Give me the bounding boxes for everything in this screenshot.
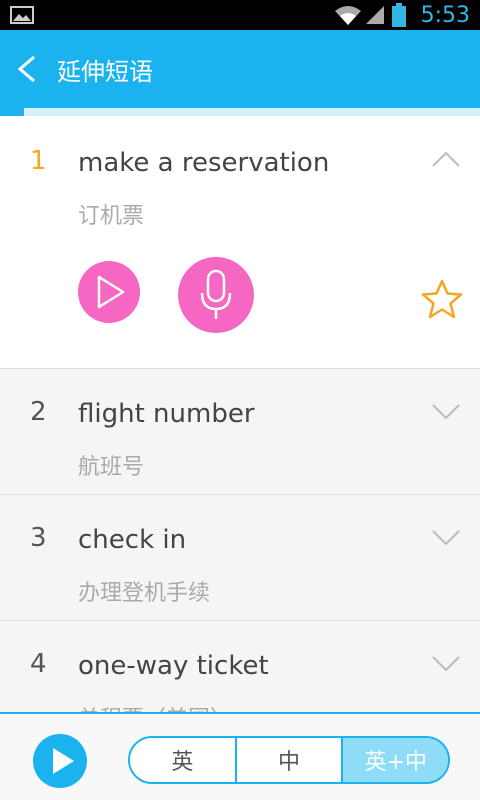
phrase-number: 2 <box>30 397 47 427</box>
wifi-icon <box>333 3 363 31</box>
play-icon <box>53 748 74 774</box>
list-item[interactable]: 3 check in 办理登机手续 <box>0 495 480 621</box>
phrase-english: one-way ticket <box>78 651 269 681</box>
list-item[interactable]: 2 flight number 航班号 <box>0 369 480 495</box>
battery-icon <box>391 3 407 31</box>
progress-bar-fill <box>0 108 24 116</box>
status-clock: 5:53 <box>420 3 470 28</box>
play-all-button[interactable] <box>33 734 87 788</box>
page-title: 延伸短语 <box>57 58 153 86</box>
play-icon <box>97 275 125 309</box>
progress-bar <box>0 108 480 116</box>
image-notification-icon <box>10 6 34 24</box>
mode-both-button[interactable]: 英+中 <box>341 738 448 782</box>
language-mode-toggle: 英 中 英+中 <box>128 736 450 784</box>
back-arrow-icon[interactable] <box>14 54 38 88</box>
record-voice-button[interactable] <box>178 257 254 333</box>
list-item[interactable]: 4 one-way ticket 单程票（美国） <box>0 621 480 712</box>
chevron-down-icon[interactable] <box>431 529 461 551</box>
signal-icon <box>364 4 386 30</box>
mode-english-button[interactable]: 英 <box>130 738 235 782</box>
favorite-star-icon[interactable] <box>420 278 464 324</box>
chevron-up-icon[interactable] <box>431 150 461 172</box>
phrase-list: 1 make a reservation 订机票 2 flight number… <box>0 116 480 712</box>
mode-chinese-button[interactable]: 中 <box>234 738 342 782</box>
chevron-down-icon[interactable] <box>431 403 461 425</box>
microphone-icon <box>200 269 232 319</box>
phrase-chinese: 单程票（美国） <box>78 701 232 712</box>
phrase-number: 4 <box>30 649 47 679</box>
playback-bar: 英 中 英+中 <box>0 712 480 800</box>
list-item[interactable]: 1 make a reservation 订机票 <box>0 116 480 369</box>
chevron-down-icon[interactable] <box>431 655 461 677</box>
phrase-english: check in <box>78 525 187 555</box>
phrase-english: flight number <box>78 399 255 429</box>
play-audio-button[interactable] <box>78 261 140 323</box>
phrase-chinese: 订机票 <box>78 204 145 229</box>
app-header: 延伸短语 <box>0 30 480 108</box>
phrase-number: 3 <box>30 523 47 553</box>
phrase-chinese: 办理登机手续 <box>78 581 211 606</box>
status-bar: 5:53 <box>0 0 480 30</box>
phrase-number: 1 <box>30 146 47 176</box>
phrase-chinese: 航班号 <box>78 455 145 480</box>
phrase-english: make a reservation <box>78 148 330 178</box>
